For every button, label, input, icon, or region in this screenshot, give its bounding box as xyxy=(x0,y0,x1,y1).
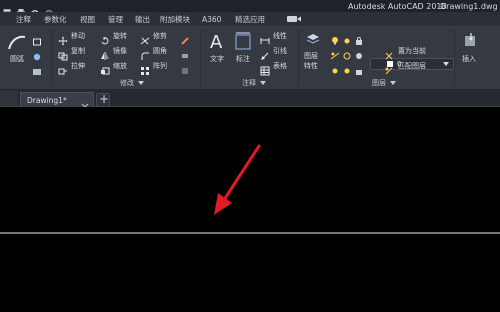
document-tabs: Drawing1* + xyxy=(0,90,500,111)
sun-icon[interactable] xyxy=(342,31,352,44)
undo-icon[interactable] xyxy=(30,2,40,14)
array-label[interactable]: 阵列 xyxy=(153,61,167,71)
table-label[interactable]: 表格 xyxy=(273,61,287,71)
lock-icon[interactable] xyxy=(354,31,364,45)
mirror-label[interactable]: 镜像 xyxy=(113,46,127,56)
ribbon: 圆弧 移动 旋转 修剪 复制 镜像 圆角 拉伸 缩放 阵列 修改 A 文字 标注… xyxy=(0,27,500,90)
drawing-canvas[interactable] xyxy=(0,107,500,308)
trim-icon[interactable] xyxy=(140,31,150,45)
app-title: Autodesk AutoCAD 2018 xyxy=(348,1,447,11)
pencil-icon[interactable] xyxy=(180,31,190,45)
chevron-down-icon xyxy=(138,81,144,85)
layer-walk-icon[interactable] xyxy=(330,61,340,74)
layer-properties-label-1[interactable]: 图层 xyxy=(304,51,318,61)
set-current-label[interactable]: 置为当前 xyxy=(398,46,426,56)
layer-merge-icon[interactable] xyxy=(342,61,352,74)
leader-label[interactable]: 引线 xyxy=(273,46,287,56)
layer-properties-label-2[interactable]: 特性 xyxy=(304,61,318,71)
match-layer-icon[interactable] xyxy=(384,61,394,75)
rotate-icon[interactable] xyxy=(100,31,110,45)
save-icon[interactable] xyxy=(2,2,12,16)
modify-panel-title[interactable]: 修改 xyxy=(120,78,144,88)
chevron-down-icon xyxy=(443,62,449,66)
copy-icon[interactable] xyxy=(58,46,68,61)
insert-label[interactable]: 插入 xyxy=(462,54,476,64)
array-icon[interactable] xyxy=(140,61,150,75)
menu-parametric[interactable]: 参数化 xyxy=(44,12,67,26)
match-layer-label[interactable]: 匹配图层 xyxy=(398,61,426,71)
chevron-down-icon xyxy=(390,81,396,85)
layer-isolate-icon[interactable] xyxy=(342,46,352,60)
menu-addins[interactable]: 附加模块 xyxy=(160,12,190,26)
stretch-label[interactable]: 拉伸 xyxy=(71,61,85,71)
text-button-label[interactable]: 文字 xyxy=(210,54,224,64)
move-label[interactable]: 移动 xyxy=(71,31,85,41)
linear-dimension-icon[interactable] xyxy=(260,31,270,44)
fillet-icon[interactable] xyxy=(140,46,150,60)
layer-properties-icon[interactable] xyxy=(305,31,321,47)
menu-view[interactable]: 视图 xyxy=(80,12,95,26)
redo-icon[interactable] xyxy=(44,2,54,14)
rectangle-icon[interactable] xyxy=(32,32,42,46)
ribbon-separator xyxy=(52,30,53,86)
ribbon-separator xyxy=(200,30,201,86)
linear-label[interactable]: 线性 xyxy=(273,31,287,41)
arc-icon[interactable] xyxy=(6,31,28,53)
quick-access-toolbar xyxy=(2,1,54,16)
svg-text:A: A xyxy=(210,32,223,53)
offset-icon[interactable] xyxy=(180,61,190,74)
menu-output[interactable]: 输出 xyxy=(135,12,150,26)
insert-block-icon[interactable] xyxy=(462,31,480,49)
annotation-arrow xyxy=(214,144,261,215)
menu-manage[interactable]: 管理 xyxy=(108,12,123,26)
annotation-panel-title[interactable]: 注释 xyxy=(242,78,266,88)
dimension-button-label[interactable]: 标注 xyxy=(236,54,250,64)
layer-freeze-icon[interactable] xyxy=(354,46,364,59)
print-icon[interactable] xyxy=(16,2,26,15)
leader-icon[interactable] xyxy=(260,46,270,60)
explode-icon[interactable] xyxy=(180,46,190,58)
dimension-icon[interactable] xyxy=(234,30,254,54)
stretch-icon[interactable] xyxy=(58,61,68,75)
layer-off-icon[interactable] xyxy=(330,46,340,60)
tabs-overflow[interactable] xyxy=(0,90,18,106)
canvas-svg xyxy=(0,144,500,234)
hatch-icon[interactable] xyxy=(32,47,42,61)
scale-icon[interactable] xyxy=(100,61,110,75)
menu-annotate[interactable]: 注释 xyxy=(16,12,31,26)
move-icon[interactable] xyxy=(58,31,68,46)
menu-bar: 注释 参数化 视图 管理 输出 附加模块 A360 精选应用 xyxy=(0,12,500,27)
new-tab-button[interactable]: + xyxy=(96,92,110,107)
new-tab-plus: + xyxy=(99,92,110,106)
rotate-label[interactable]: 旋转 xyxy=(113,31,127,41)
close-icon[interactable] xyxy=(81,96,89,111)
gradient-icon[interactable] xyxy=(32,62,42,75)
document-title: Drawing1.dwg xyxy=(440,1,498,11)
table-icon[interactable] xyxy=(260,61,270,76)
tab-drawing1-label: Drawing1* xyxy=(27,95,67,105)
trim-label[interactable]: 修剪 xyxy=(153,31,167,41)
ribbon-separator xyxy=(454,30,455,86)
chevron-down-icon xyxy=(260,81,266,85)
arc-button-label[interactable]: 圆弧 xyxy=(10,54,24,64)
menu-featured-apps[interactable]: 精选应用 xyxy=(235,12,265,26)
copy-label[interactable]: 复制 xyxy=(71,46,85,56)
ribbon-separator xyxy=(298,30,299,86)
set-current-icon[interactable] xyxy=(384,46,394,60)
layer-lock-icon[interactable] xyxy=(354,61,364,75)
scale-label[interactable]: 缩放 xyxy=(113,61,127,71)
mirror-icon[interactable] xyxy=(100,46,110,60)
fillet-label[interactable]: 圆角 xyxy=(153,46,167,56)
text-icon[interactable]: A xyxy=(208,30,228,54)
lightbulb-icon[interactable] xyxy=(330,31,340,45)
layers-panel-title[interactable]: 图层 xyxy=(372,78,396,88)
menu-a360[interactable]: A360 xyxy=(202,12,221,26)
video-icon[interactable] xyxy=(286,12,302,26)
tab-drawing1[interactable]: Drawing1* xyxy=(20,92,94,111)
